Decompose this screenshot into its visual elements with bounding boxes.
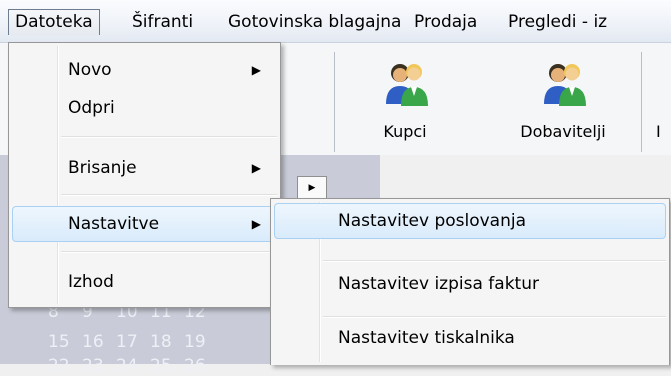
menu-item-label: Nastavitev poslovanja	[338, 211, 527, 231]
calendar-day[interactable]: 24	[116, 356, 150, 376]
toolbar-separator	[641, 52, 642, 152]
submenu-arrow-icon: ▶	[251, 63, 261, 77]
users-icon	[386, 64, 428, 106]
menu-item-brisanje[interactable]: Brisanje ▶	[12, 151, 277, 185]
calendar-day[interactable]: 17	[116, 332, 150, 352]
menu-item-label: Izhod	[68, 272, 114, 292]
dobavitelji-button[interactable]: Dobavitelji	[508, 56, 618, 156]
calendar-day[interactable]: 22	[48, 356, 82, 376]
menu-separator	[61, 251, 277, 252]
toolbar-separator	[334, 52, 335, 152]
menu-gotovinska-blagajna[interactable]: Gotovinska blagajna	[222, 9, 407, 35]
menu-item-label: Nastavitev izpisa faktur	[338, 274, 539, 294]
calendar-day[interactable]: 23	[82, 356, 116, 376]
users-icon	[544, 64, 586, 106]
menu-item-odpri[interactable]: Odpri	[12, 91, 277, 125]
calendar-day[interactable]: 16	[82, 332, 116, 352]
calendar-row: 22 23 24 25 26	[48, 356, 218, 376]
menu-pregledi[interactable]: Pregledi - iz	[502, 9, 613, 35]
toolbar-button-partial-label[interactable]: I	[656, 122, 661, 141]
menu-item-nastavitve[interactable]: Nastavitve ▶	[12, 206, 277, 242]
submenu-arrow-icon: ▶	[251, 217, 261, 231]
calendar-day[interactable]: 25	[150, 356, 184, 376]
calendar-day[interactable]: 15	[48, 332, 82, 352]
menu-separator	[61, 136, 277, 137]
menu-item-novo[interactable]: Novo ▶	[12, 53, 277, 87]
menu-item-nastavitev-tiskalnika[interactable]: Nastavitev tiskalnika	[274, 321, 666, 355]
submenu-arrow-icon: ▶	[251, 161, 261, 175]
menu-item-label: Nastavitve	[68, 214, 160, 234]
menu-item-label: Nastavitev tiskalnika	[338, 328, 515, 348]
arrow-right-icon: ▶	[308, 183, 316, 193]
file-menu: Novo ▶ Odpri Brisanje ▶ Nastavitve ▶ Izh…	[8, 42, 281, 308]
kupci-button[interactable]: Kupci	[350, 56, 460, 156]
kupci-label: Kupci	[383, 122, 427, 141]
menu-item-label: Brisanje	[68, 158, 137, 178]
calendar-day[interactable]: 18	[150, 332, 184, 352]
calendar-day[interactable]: 26	[184, 356, 218, 376]
menu-item-nastavitev-poslovanja[interactable]: Nastavitev poslovanja	[274, 203, 666, 239]
menu-item-nastavitev-izpisa-faktur[interactable]: Nastavitev izpisa faktur	[274, 267, 666, 301]
calendar-row: 15 16 17 18 19	[48, 332, 218, 352]
calendar-day[interactable]: 19	[184, 332, 218, 352]
menu-datoteka[interactable]: Datoteka	[8, 9, 100, 35]
menu-separator	[323, 316, 666, 317]
menu-prodaja[interactable]: Prodaja	[408, 9, 483, 35]
settings-submenu: Nastavitev poslovanja Nastavitev izpisa …	[270, 198, 670, 365]
expand-arrow-button[interactable]: ▶	[297, 176, 327, 200]
menu-item-label: Novo	[68, 60, 112, 80]
menu-item-label: Odpri	[68, 98, 115, 118]
menu-item-izhod[interactable]: Izhod	[12, 265, 277, 299]
dobavitelji-label: Dobavitelji	[520, 122, 606, 141]
menu-separator	[323, 260, 666, 261]
menu-bar: Datoteka Šifranti Gotovinska blagajna Pr…	[0, 0, 671, 43]
menu-sifranti[interactable]: Šifranti	[126, 9, 199, 35]
menu-separator	[61, 194, 277, 195]
